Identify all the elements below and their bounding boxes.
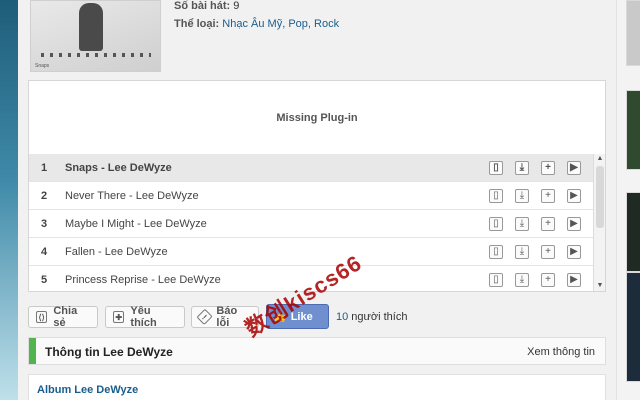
artist-album-link[interactable]: Album Lee DeWyze <box>37 384 138 396</box>
scroll-down-icon[interactable]: ▼ <box>594 281 605 291</box>
track-title[interactable]: Fallen - Lee DeWyze <box>59 246 489 258</box>
phone-icon[interactable]: ▯ <box>489 188 503 203</box>
add-icon[interactable]: + <box>541 216 555 231</box>
missing-plugin-message: Missing Plug-in <box>29 81 605 155</box>
sidebar-album-thumb[interactable] <box>626 192 640 272</box>
cover-railroad <box>41 53 151 57</box>
play-icon[interactable]: ▶ <box>567 160 581 175</box>
favorite-button[interactable]: ✚ Yêu thích <box>105 305 185 329</box>
sidebar-album-thumb[interactable] <box>626 90 640 170</box>
page-background-left <box>0 0 18 400</box>
right-sidebar <box>616 0 640 400</box>
phone-icon[interactable]: ▯ <box>489 244 503 259</box>
track-row[interactable]: 3 Maybe I Might - Lee DeWyze ▯ ⤓ + ▶ <box>29 210 593 238</box>
track-number: 2 <box>40 189 48 202</box>
track-row[interactable]: 1 Snaps - Lee DeWyze ▯ ⤓ + ▶ <box>29 154 593 182</box>
track-title[interactable]: Princess Reprise - Lee DeWyze <box>59 274 489 286</box>
download-icon[interactable]: ⤓ <box>515 244 529 259</box>
track-number: 4 <box>40 245 48 258</box>
song-count-value: 9 <box>233 0 240 12</box>
section-title: Thông tin Lee DeWyze <box>45 345 173 359</box>
add-icon[interactable]: + <box>541 188 555 203</box>
download-icon[interactable]: ⤓ <box>515 216 529 231</box>
section-accent-bar <box>29 338 36 364</box>
track-row[interactable]: 2 Never There - Lee DeWyze ▯ ⤓ + ▶ <box>29 182 593 210</box>
album-cover[interactable]: Snaps <box>30 0 161 72</box>
genre-line: Thể loại: Nhạc Âu Mỹ, Pop, Rock <box>174 18 339 30</box>
track-title[interactable]: Snaps - Lee DeWyze <box>59 162 489 174</box>
tracklist-scrollbar[interactable]: ▲ ▼ <box>593 154 605 291</box>
warning-icon: ! <box>196 308 213 326</box>
sidebar-album-thumb[interactable] <box>626 272 640 382</box>
cover-figure <box>79 3 103 51</box>
phone-icon[interactable]: ▯ <box>489 272 503 287</box>
add-icon[interactable]: + <box>541 160 555 175</box>
song-count-line: Số bài hát: 9 <box>174 0 239 12</box>
track-number: 5 <box>40 273 48 286</box>
artist-info-header: Thông tin Lee DeWyze Xem thông tin <box>28 337 606 365</box>
add-icon[interactable]: + <box>541 244 555 259</box>
cover-caption: Snaps <box>35 63 50 69</box>
download-icon[interactable]: ⤓ <box>515 160 529 175</box>
download-icon[interactable]: ⤓ <box>515 188 529 203</box>
phone-icon[interactable]: ▯ <box>489 160 503 175</box>
music-player: Missing Plug-in 1 Snaps - Lee DeWyze ▯ ⤓… <box>28 80 606 292</box>
play-icon[interactable]: ▶ <box>567 216 581 231</box>
view-info-link[interactable]: Xem thông tin <box>527 346 595 358</box>
like-count: 10 người thích <box>336 311 407 323</box>
share-icon: ⟨⟩ <box>36 311 48 323</box>
main-content: Snaps Số bài hát: 9 Thể loại: Nhạc Âu Mỹ… <box>18 0 616 400</box>
scrollbar-thumb[interactable] <box>596 166 604 228</box>
track-title[interactable]: Maybe I Might - Lee DeWyze <box>59 218 489 230</box>
share-button[interactable]: ⟨⟩ Chia sẻ <box>28 305 98 329</box>
track-number: 3 <box>40 217 48 230</box>
play-icon[interactable]: ▶ <box>567 272 581 287</box>
track-number: 1 <box>40 161 48 174</box>
share-label: Chia sẻ <box>53 305 78 329</box>
scroll-up-icon[interactable]: ▲ <box>594 154 605 164</box>
play-icon[interactable]: ▶ <box>567 188 581 203</box>
track-row[interactable]: 4 Fallen - Lee DeWyze ▯ ⤓ + ▶ <box>29 238 593 266</box>
genre-label: Thể loại: <box>174 18 220 30</box>
song-count-label: Số bài hát: <box>174 0 231 12</box>
favorite-label: Yêu thích <box>130 305 157 329</box>
add-icon[interactable]: + <box>541 272 555 287</box>
phone-icon[interactable]: ▯ <box>489 216 503 231</box>
like-count-number[interactable]: 10 <box>336 311 348 323</box>
track-title[interactable]: Never There - Lee DeWyze <box>59 190 489 202</box>
genre-links[interactable]: Nhạc Âu Mỹ, Pop, Rock <box>222 18 339 30</box>
download-icon[interactable]: ⤓ <box>515 272 529 287</box>
album-list-panel: Album Lee DeWyze <box>28 374 606 400</box>
like-count-text: người thích <box>348 311 408 323</box>
favorite-icon: ✚ <box>113 311 125 323</box>
play-icon[interactable]: ▶ <box>567 244 581 259</box>
sidebar-album-thumb[interactable] <box>626 0 640 66</box>
